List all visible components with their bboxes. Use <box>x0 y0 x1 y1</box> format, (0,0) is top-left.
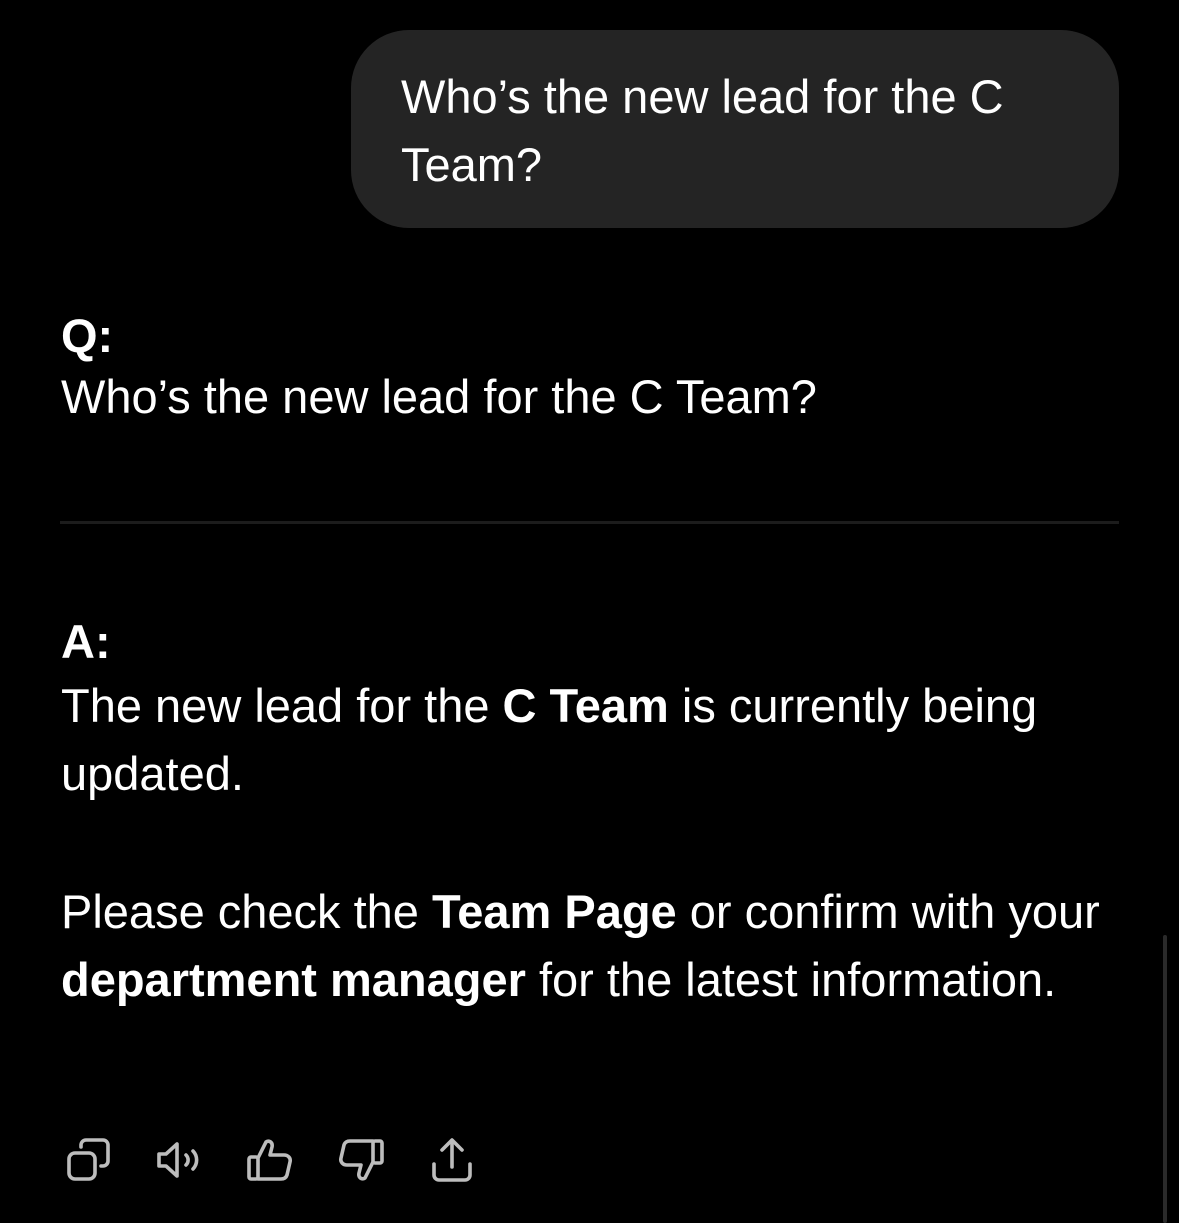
thumbs-down-icon <box>339 1139 384 1181</box>
answer-p2-bold-department-manager: department manager <box>61 953 526 1006</box>
speaker-icon <box>157 1142 199 1178</box>
thumbs-up-icon <box>247 1139 292 1181</box>
answer-p2-text-mid: or confirm with your <box>676 885 1100 938</box>
question-text: Who’s the new lead for the C Team? <box>61 370 817 423</box>
response-action-bar <box>60 1132 515 1188</box>
scrollbar[interactable] <box>1163 935 1167 1223</box>
answer-p2-bold-team-page: Team Page <box>432 885 677 938</box>
share-button[interactable] <box>424 1132 480 1188</box>
answer-p2-text-end: for the latest information. <box>525 953 1057 1006</box>
thumbs-down-button[interactable] <box>333 1132 389 1188</box>
question-label: Q: <box>61 309 114 362</box>
copy-button[interactable] <box>60 1132 116 1188</box>
share-icon <box>432 1138 472 1182</box>
answer-paragraph-2: Please check the Team Page or confirm wi… <box>61 878 1121 1014</box>
user-message-bubble: Who’s the new lead for the C Team? <box>351 30 1119 228</box>
answer-paragraph-1: The new lead for the C Team is currently… <box>61 672 1121 808</box>
divider <box>60 521 1119 524</box>
thumbs-up-button[interactable] <box>242 1132 298 1188</box>
user-message-text: Who’s the new lead for the C Team? <box>401 70 1004 191</box>
answer-p1-text-start: The new lead for the <box>61 679 503 732</box>
copy-icon <box>67 1138 110 1181</box>
answer-p1-bold: C Team <box>502 679 669 732</box>
answer-p2-text-start: Please check the <box>61 885 432 938</box>
answer-label: A: <box>61 615 111 668</box>
read-aloud-button[interactable] <box>151 1132 207 1188</box>
